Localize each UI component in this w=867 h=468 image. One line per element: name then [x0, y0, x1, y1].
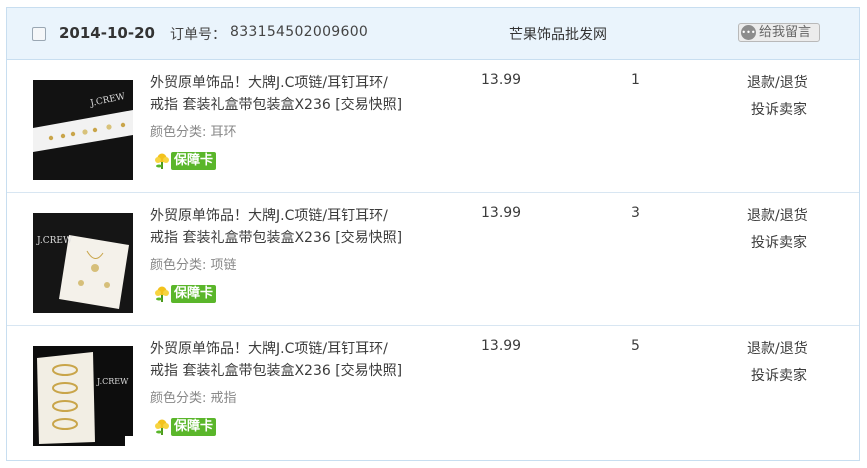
shop-name-link[interactable]: 芒果饰品批发网 [509, 24, 607, 44]
item-price: 13.99 [481, 72, 522, 88]
order-card: 2014-10-20 订单号： 833154502009600 芒果饰品批发网 … [6, 7, 860, 461]
product-attribute: 颜色分类: 项链 [150, 258, 237, 273]
guarantee-badge[interactable]: 保障卡 [153, 152, 217, 170]
item-quantity: 3 [631, 205, 640, 221]
complain-seller-link[interactable]: 投诉卖家 [751, 365, 807, 385]
order-select-checkbox[interactable] [32, 27, 46, 41]
product-title-line2: 戒指 套装礼盒带包装盒X236 [交易快照] [150, 97, 403, 113]
product-title-link[interactable]: 外贸原单饰品！大牌J.C项链/耳钉耳环/ 戒指 套装礼盒带包装盒X236 [交易… [150, 205, 450, 249]
order-number-label: 订单号： [170, 27, 226, 43]
order-item-row: J.CREW 外贸原单饰品！大牌J.C项链/耳钉耳环/ 戒指 套装礼盒带包装盒X… [7, 60, 859, 193]
product-title-link[interactable]: 外贸原单饰品！大牌J.C项链/耳钉耳环/ 戒指 套装礼盒带包装盒X236 [交易… [150, 72, 450, 116]
complain-seller-link[interactable]: 投诉卖家 [751, 232, 807, 252]
product-title-line2: 戒指 套装礼盒带包装盒X236 [交易快照] [150, 363, 403, 379]
product-thumbnail-necklace[interactable]: J.CREW [33, 213, 133, 313]
item-price: 13.99 [481, 205, 522, 221]
order-number: 833154502009600 [230, 24, 369, 40]
product-thumbnail-rings[interactable]: J.CREW [33, 346, 133, 446]
product-attribute: 颜色分类: 耳环 [150, 125, 237, 140]
guarantee-badge-label: 保障卡 [171, 418, 217, 436]
order-item-row: J.CREW 外贸原单饰品！大牌J.C项链/耳钉耳环/ 戒指 套装礼盒带包装盒X… [7, 193, 859, 326]
order-date: 2014-10-20 [59, 24, 155, 42]
product-title-line1: 外贸原单饰品！大牌J.C项链/耳钉耳环/ [150, 208, 388, 224]
product-title-line1: 外贸原单饰品！大牌J.C项链/耳钉耳环/ [150, 75, 388, 91]
product-title-line2: 戒指 套装礼盒带包装盒X236 [交易快照] [150, 230, 403, 246]
leave-message-button[interactable]: ••• 给我留言 [738, 23, 820, 42]
guarantee-badge-label: 保障卡 [171, 285, 217, 303]
leave-message-label: 给我留言 [759, 25, 812, 40]
refund-link[interactable]: 退款/退货 [747, 205, 808, 225]
item-price: 13.99 [481, 338, 522, 354]
flower-icon [155, 286, 169, 302]
refund-link[interactable]: 退款/退货 [747, 72, 808, 92]
refund-link[interactable]: 退款/退货 [747, 338, 808, 358]
product-attribute: 颜色分类: 戒指 [150, 391, 237, 406]
item-quantity: 1 [631, 72, 640, 88]
product-thumbnail-earrings[interactable]: J.CREW [33, 80, 133, 180]
item-quantity: 5 [631, 338, 640, 354]
flower-icon [155, 153, 169, 169]
guarantee-badge[interactable]: 保障卡 [153, 285, 217, 303]
flower-icon [155, 419, 169, 435]
guarantee-badge-label: 保障卡 [171, 152, 217, 170]
message-bubble-icon: ••• [741, 25, 756, 40]
thumb-brand: J.CREW [96, 377, 129, 386]
product-title-line1: 外贸原单饰品！大牌J.C项链/耳钉耳环/ [150, 341, 388, 357]
complain-seller-link[interactable]: 投诉卖家 [751, 99, 807, 119]
product-title-link[interactable]: 外贸原单饰品！大牌J.C项链/耳钉耳环/ 戒指 套装礼盒带包装盒X236 [交易… [150, 338, 450, 382]
thumb-brand: J.CREW [36, 236, 73, 246]
guarantee-badge[interactable]: 保障卡 [153, 418, 217, 436]
order-item-row: J.CREW 外贸原单饰品！大牌J.C项链/耳钉耳环/ 戒指 套装礼盒带包装盒X… [7, 326, 859, 458]
order-header: 2014-10-20 订单号： 833154502009600 芒果饰品批发网 … [7, 8, 859, 60]
